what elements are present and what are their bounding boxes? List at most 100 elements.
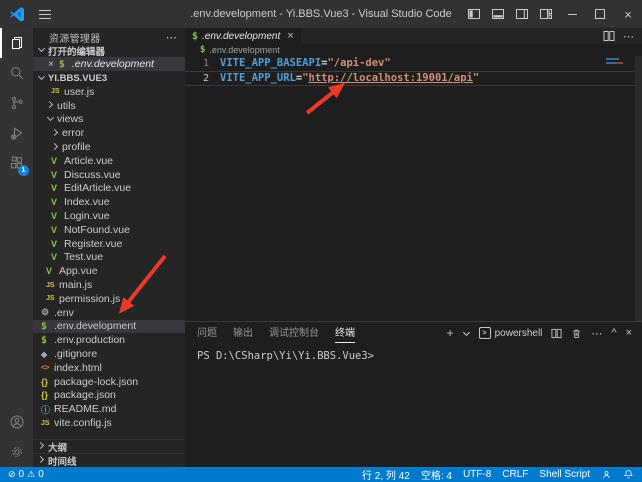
tree-item[interactable]: VNotFound.vue: [33, 223, 185, 237]
gear-file-icon: ⚙: [41, 307, 54, 318]
breadcrumb[interactable]: $ .env.development: [185, 44, 642, 56]
minimize-button[interactable]: [558, 0, 586, 28]
tab-terminal[interactable]: 终端: [335, 324, 355, 343]
outline-section[interactable]: 大纲: [33, 439, 185, 453]
vue-file-icon: V: [51, 156, 64, 166]
tree-item[interactable]: <>index.html: [33, 361, 185, 375]
run-debug-activity-icon[interactable]: [0, 118, 33, 148]
account-icon[interactable]: [0, 407, 33, 437]
chevron-down-icon: [46, 115, 55, 124]
tree-item-folder[interactable]: views: [33, 113, 185, 127]
maximize-panel-icon[interactable]: ^: [611, 327, 616, 339]
toggle-sidebar-icon[interactable]: [462, 0, 486, 28]
new-terminal-icon[interactable]: +: [447, 326, 454, 340]
title-bar: .env.development - Yi.BBS.Vue3 - Visual …: [0, 0, 642, 28]
split-terminal-icon[interactable]: [551, 328, 562, 339]
tree-item[interactable]: VTest.vue: [33, 251, 185, 265]
tree-item[interactable]: ◆.gitignore: [33, 347, 185, 361]
shell-label[interactable]: powershell: [495, 328, 543, 339]
explorer-title: 资源管理器: [49, 30, 101, 45]
kill-terminal-icon[interactable]: [571, 328, 582, 339]
panel-more-actions-icon[interactable]: ⋯: [591, 327, 602, 340]
env-file-icon: $: [200, 45, 205, 55]
tree-item-folder[interactable]: error: [33, 126, 185, 140]
encoding-status[interactable]: UTF-8: [463, 469, 491, 480]
source-control-activity-icon[interactable]: [0, 88, 33, 118]
tree-item-selected[interactable]: $.env.development: [33, 320, 185, 334]
env-file-icon: $: [59, 59, 72, 70]
tree-item[interactable]: VIndex.vue: [33, 195, 185, 209]
toggle-secondary-sidebar-icon[interactable]: [510, 0, 534, 28]
tree-item-folder[interactable]: profile: [33, 140, 185, 154]
terminal-dropdown-icon[interactable]: [463, 330, 470, 337]
code-line-2: 2 VITE_APP_URL="http://localhost:19001/a…: [185, 71, 642, 86]
tab-env-development[interactable]: $ .env.development ×: [185, 28, 301, 44]
vue-file-icon: V: [51, 183, 64, 193]
notifications-bell-icon[interactable]: [623, 469, 634, 480]
activity-bar: 1: [0, 28, 33, 467]
url-link[interactable]: http://localhost:19001/api: [309, 71, 473, 86]
chevron-down-icon: [37, 46, 46, 55]
terminal-output[interactable]: PS D:\CSharp\Yi\Yi.BBS.Vue3>: [185, 344, 642, 467]
minimap[interactable]: [606, 58, 630, 64]
tree-item[interactable]: {}package.json: [33, 389, 185, 403]
tree-item[interactable]: ⚙.env: [33, 306, 185, 320]
search-activity-icon[interactable]: [0, 58, 33, 88]
tab-debug-console[interactable]: 调试控制台: [269, 324, 319, 343]
close-panel-icon[interactable]: ×: [626, 327, 632, 339]
split-editor-icon[interactable]: [603, 30, 615, 42]
tree-item[interactable]: VArticle.vue: [33, 154, 185, 168]
timeline-section[interactable]: 时间线: [33, 453, 185, 467]
extensions-activity-icon[interactable]: 1: [0, 148, 33, 178]
tree-item[interactable]: JSpermission.js: [33, 292, 185, 306]
tree-item[interactable]: {}package-lock.json: [33, 375, 185, 389]
close-window-button[interactable]: ×: [614, 0, 642, 28]
tab-close-icon[interactable]: ×: [287, 30, 293, 42]
panel-tab-bar: 问题 输出 调试控制台 终端 + > powershell: [185, 322, 642, 344]
open-editors-section[interactable]: 打开的编辑器: [33, 44, 185, 57]
tree-item[interactable]: ⓘREADME.md: [33, 402, 185, 416]
error-icon: ⊘: [8, 469, 16, 480]
maximize-button[interactable]: [586, 0, 614, 28]
feedback-icon[interactable]: [601, 469, 612, 480]
tree-item-folder[interactable]: utils: [33, 99, 185, 113]
customize-layout-icon[interactable]: [534, 0, 558, 28]
tree-item[interactable]: JSmain.js: [33, 278, 185, 292]
language-mode-status[interactable]: Shell Script: [539, 469, 590, 480]
editor-more-actions-icon[interactable]: ⋯: [623, 30, 634, 43]
close-editor-icon[interactable]: ×: [48, 59, 54, 70]
eol-status[interactable]: CRLF: [502, 469, 528, 480]
settings-gear-icon[interactable]: [0, 437, 33, 467]
file-tree: JSuser.js utils views error profile VArt…: [33, 85, 185, 430]
editor-tab-bar: $ .env.development × ⋯: [185, 28, 642, 44]
line-number: 2: [185, 71, 220, 86]
tab-output[interactable]: 输出: [233, 324, 253, 343]
tab-problems[interactable]: 问题: [197, 324, 217, 343]
html-file-icon: <>: [41, 363, 54, 372]
vue-file-icon: V: [46, 266, 59, 276]
editor-scrollbar[interactable]: [635, 56, 642, 321]
extensions-badge: 1: [18, 165, 29, 176]
tree-item[interactable]: VDiscuss.vue: [33, 168, 185, 182]
indentation-status[interactable]: 空格: 4: [421, 467, 452, 482]
tree-item[interactable]: VLogin.vue: [33, 209, 185, 223]
json-file-icon: {}: [41, 390, 54, 400]
tree-item[interactable]: $.env.production: [33, 333, 185, 347]
tree-item[interactable]: VRegister.vue: [33, 237, 185, 251]
tree-item[interactable]: VApp.vue: [33, 264, 185, 278]
editor-code-area[interactable]: 1 VITE_APP_BASEAPI="/api-dev" 2 VITE_APP…: [185, 56, 642, 321]
explorer-activity-icon[interactable]: [0, 28, 33, 58]
problems-status[interactable]: ⊘ 0 ⚠ 0: [8, 469, 44, 480]
explorer-more-actions-icon[interactable]: ⋯: [166, 31, 177, 44]
project-root-folder[interactable]: YI.BBS.VUE3: [33, 71, 185, 85]
tree-item[interactable]: JSuser.js: [33, 85, 185, 99]
menu-hamburger-icon[interactable]: [39, 10, 51, 19]
tree-item[interactable]: VEditArticle.vue: [33, 182, 185, 196]
git-file-icon: ◆: [41, 350, 54, 359]
cursor-position-status[interactable]: 行 2, 列 42: [362, 467, 410, 482]
vue-file-icon: V: [51, 211, 64, 221]
open-editor-item[interactable]: × $ .env.development: [33, 57, 185, 71]
toggle-panel-icon[interactable]: [486, 0, 510, 28]
code-line-1: 1 VITE_APP_BASEAPI="/api-dev": [185, 56, 642, 71]
tree-item[interactable]: JSvite.config.js: [33, 416, 185, 430]
